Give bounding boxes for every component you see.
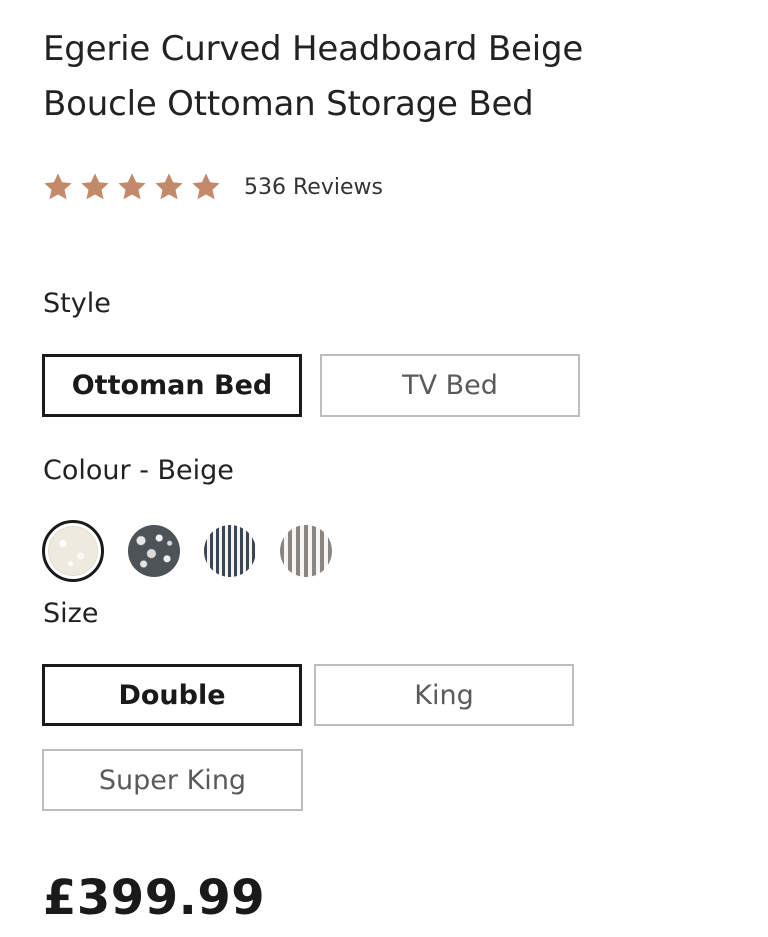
star-icon — [190, 171, 222, 203]
colour-swatch-grey-boucle[interactable] — [128, 525, 180, 577]
swatch-fill — [204, 525, 256, 577]
product-title: Egerie Curved Headboard Beige Boucle Ott… — [43, 22, 743, 132]
size-option-double[interactable]: Double — [42, 664, 302, 726]
style-option-ottoman-bed[interactable]: Ottoman Bed — [42, 354, 302, 417]
swatch-fill — [128, 525, 180, 577]
colour-swatch-grey-stripe[interactable] — [280, 525, 332, 577]
product-title-line-2: Boucle Ottoman Storage Bed — [43, 84, 534, 124]
review-count-link[interactable]: 536 Reviews — [244, 175, 383, 200]
swatch-fill — [280, 525, 332, 577]
swatch-fill — [48, 526, 98, 576]
size-option-king[interactable]: King — [314, 664, 574, 726]
colour-swatch-beige-boucle[interactable] — [42, 520, 104, 582]
colour-label: Colour - Beige — [43, 455, 234, 486]
product-price: £399.99 — [43, 870, 266, 926]
product-title-line-1: Egerie Curved Headboard Beige — [43, 29, 584, 69]
style-option-tv-bed[interactable]: TV Bed — [320, 354, 580, 417]
colour-swatch-navy-stripe[interactable] — [204, 525, 256, 577]
colour-swatches — [42, 520, 356, 582]
size-label: Size — [43, 598, 99, 629]
star-icon — [79, 171, 111, 203]
size-option-super-king[interactable]: Super King — [42, 749, 303, 811]
star-icon — [42, 171, 74, 203]
style-label: Style — [43, 288, 111, 319]
star-icon — [153, 171, 185, 203]
product-rating[interactable]: 536 Reviews — [42, 169, 383, 205]
star-rating — [42, 171, 227, 203]
star-icon — [116, 171, 148, 203]
